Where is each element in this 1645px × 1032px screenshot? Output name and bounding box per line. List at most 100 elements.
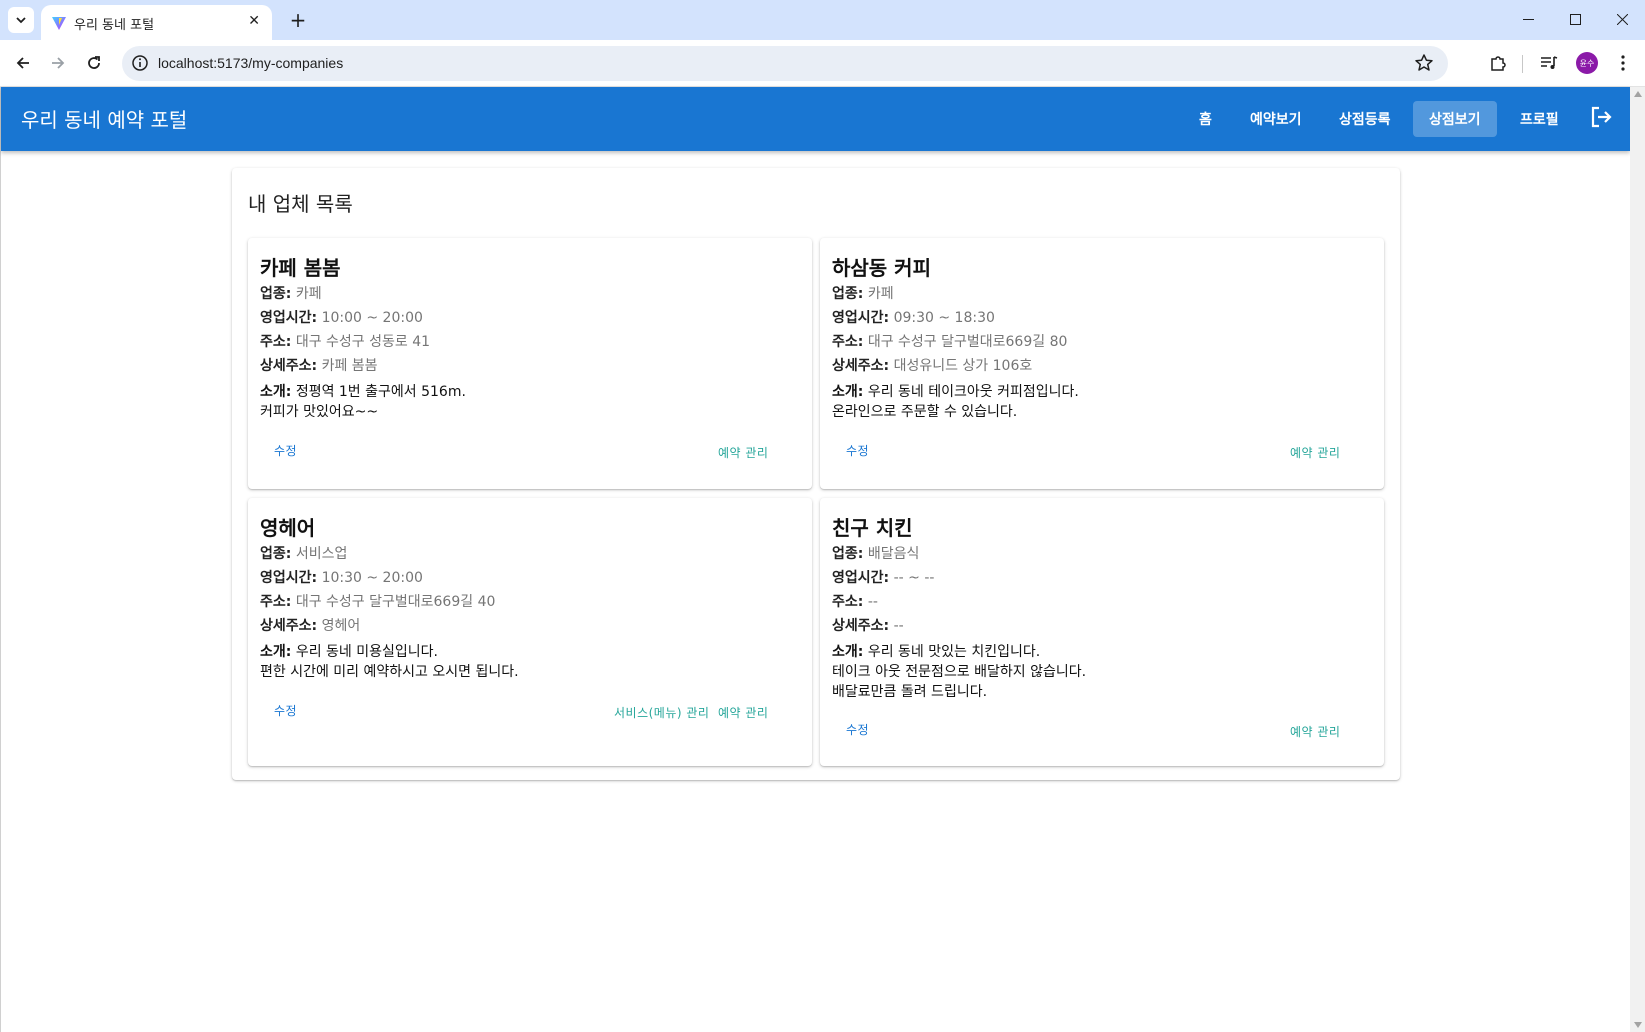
category-label: 업종: (832, 286, 864, 302)
hours-label: 영업시간: (260, 310, 318, 326)
bookmark-star-icon[interactable] (1414, 53, 1434, 73)
extensions-button[interactable] (1486, 51, 1510, 75)
chevron-down-icon (16, 17, 26, 24)
queue-music-icon (1541, 56, 1558, 69)
scroll-down-arrow[interactable] (1634, 1022, 1642, 1028)
arrow-right-icon (52, 57, 65, 69)
company-address-row: 주소: 대구 수성구 달구벌대로669길 80 (832, 330, 1372, 354)
company-address-row: 주소: -- (832, 590, 1372, 614)
company-hours: 09:30 ~ 18:30 (893, 310, 995, 326)
back-button[interactable] (10, 50, 36, 76)
category-label: 업종: (260, 546, 292, 562)
edit-button[interactable]: 수정 (274, 442, 297, 459)
vite-logo-icon (52, 17, 66, 30)
edit-button[interactable]: 수정 (846, 721, 869, 738)
reload-icon (88, 56, 100, 69)
more-vert-icon (1621, 55, 1625, 71)
intro-line: 배달료만큼 돌려 드립니다. (832, 684, 988, 700)
company-hours-row: 영업시간: -- ~ -- (832, 566, 1372, 590)
close-icon (1616, 13, 1628, 25)
window-close-button[interactable] (1599, 0, 1645, 38)
tab-title: 우리 동네 포털 (74, 18, 155, 33)
company-intro: 소개: 우리 동네 맛있는 치킨입니다. 테이크 아웃 전문점으로 배달하지 않… (832, 642, 1372, 702)
tab-close-icon[interactable]: ✕ (248, 13, 260, 29)
nav-profile[interactable]: 프로필 (1504, 101, 1575, 137)
company-category-row: 업종: 카페 (260, 282, 800, 306)
detail-address-label: 상세주소: (832, 618, 890, 634)
manage-reservations-button[interactable]: 예약 관리 (718, 444, 768, 461)
brand-title[interactable]: 우리 동네 예약 포털 (21, 104, 187, 133)
company-name: 카페 봄봄 (260, 256, 341, 280)
site-info-icon[interactable] (130, 53, 150, 73)
profile-avatar[interactable]: 윤수 (1576, 52, 1598, 74)
company-address-row: 주소: 대구 수성구 성동로 41 (260, 330, 800, 354)
hours-label: 영업시간: (832, 310, 890, 326)
company-category: 배달음식 (867, 546, 920, 562)
company-category: 카페 (295, 286, 322, 302)
edit-button[interactable]: 수정 (274, 702, 297, 719)
company-category-row: 업종: 배달음식 (832, 542, 1372, 566)
address-label: 주소: (832, 334, 864, 350)
company-detail-address: 카페 봄봄 (321, 358, 378, 374)
puzzle-icon (1491, 56, 1506, 71)
company-hours-row: 영업시간: 10:00 ~ 20:00 (260, 306, 800, 330)
hours-label: 영업시간: (260, 570, 318, 586)
address-label: 주소: (260, 334, 292, 350)
manage-services-button[interactable]: 서비스(메뉴) 관리 (614, 704, 709, 721)
edit-button[interactable]: 수정 (846, 442, 869, 459)
page-scrollbar[interactable] (1630, 87, 1645, 1032)
intro-line: 편한 시간에 미리 예약하시고 오시면 됩니다. (260, 664, 519, 680)
forward-button[interactable] (45, 50, 71, 76)
address-label: 주소: (832, 594, 864, 610)
page-viewport: 우리 동네 예약 포털 홈 예약보기 상점등록 상점보기 프로필 내 업체 목록… (0, 87, 1645, 1032)
nav-view-stores[interactable]: 상점보기 (1413, 101, 1497, 137)
arrow-left-icon (16, 57, 29, 69)
scroll-up-arrow[interactable] (1634, 91, 1642, 97)
logout-icon[interactable] (1590, 106, 1612, 128)
detail-address-label: 상세주소: (260, 618, 318, 634)
browser-tab-bar: 우리 동네 포털 ✕ + (0, 0, 1645, 40)
new-tab-button[interactable]: + (285, 7, 311, 33)
app-bar: 우리 동네 예약 포털 홈 예약보기 상점등록 상점보기 프로필 (1, 87, 1630, 151)
window-maximize-button[interactable] (1552, 0, 1598, 38)
media-controls-button[interactable] (1537, 51, 1561, 75)
company-detail-address-row: 상세주소: 영헤어 (260, 614, 800, 638)
company-hours: 10:00 ~ 20:00 (321, 310, 423, 326)
url-text: localhost:5173/my-companies (158, 55, 344, 71)
manage-reservations-button[interactable]: 예약 관리 (1290, 444, 1340, 461)
company-card: 영헤어 업종: 서비스업 영업시간: 10:30 ~ 20:00 주소: 대구 … (248, 498, 812, 766)
nav-reservations[interactable]: 예약보기 (1234, 101, 1318, 137)
window-minimize-button[interactable] (1505, 0, 1551, 38)
detail-address-label: 상세주소: (832, 358, 890, 374)
intro-line: 커피가 맛있어요~~ (260, 404, 379, 420)
company-card: 카페 봄봄 업종: 카페 영업시간: 10:00 ~ 20:00 주소: 대구 … (248, 238, 812, 489)
company-list-panel: 내 업체 목록 카페 봄봄 업종: 카페 영업시간: 10:00 ~ 20:00… (232, 168, 1400, 780)
company-hours-row: 영업시간: 09:30 ~ 18:30 (832, 306, 1372, 330)
reload-button[interactable] (81, 50, 107, 76)
company-detail-address: 대성유니드 상가 106호 (893, 358, 1033, 374)
company-detail-address: 영헤어 (321, 618, 361, 634)
maximize-icon (1569, 13, 1581, 25)
category-label: 업종: (260, 286, 292, 302)
minimize-icon (1522, 18, 1534, 20)
manage-reservations-button[interactable]: 예약 관리 (1290, 723, 1340, 740)
intro-label: 소개: (260, 384, 292, 400)
company-address-row: 주소: 대구 수성구 달구벌대로669길 40 (260, 590, 800, 614)
company-name: 영헤어 (260, 516, 316, 540)
company-address: -- (867, 594, 878, 610)
company-intro: 소개: 정평역 1번 출구에서 516m. 커피가 맛있어요~~ (260, 382, 800, 422)
intro-line: 온라인으로 주문할 수 있습니다. (832, 404, 1018, 420)
nav-home[interactable]: 홈 (1183, 101, 1228, 137)
company-category: 카페 (867, 286, 894, 302)
company-detail-address: -- (893, 618, 904, 634)
browser-tab[interactable]: 우리 동네 포털 ✕ (41, 5, 272, 40)
company-address: 대구 수성구 성동로 41 (295, 334, 431, 350)
browser-menu-button[interactable] (1611, 51, 1635, 75)
tab-search-button[interactable] (8, 7, 34, 33)
address-bar[interactable]: localhost:5173/my-companies (122, 46, 1448, 81)
company-intro: 소개: 우리 동네 테이크아웃 커피점입니다. 온라인으로 주문할 수 있습니다… (832, 382, 1372, 422)
company-card: 하삼동 커피 업종: 카페 영업시간: 09:30 ~ 18:30 주소: 대구… (820, 238, 1384, 489)
nav-register-store[interactable]: 상점등록 (1323, 101, 1407, 137)
company-hours-row: 영업시간: 10:30 ~ 20:00 (260, 566, 800, 590)
manage-reservations-button[interactable]: 예약 관리 (718, 704, 768, 721)
